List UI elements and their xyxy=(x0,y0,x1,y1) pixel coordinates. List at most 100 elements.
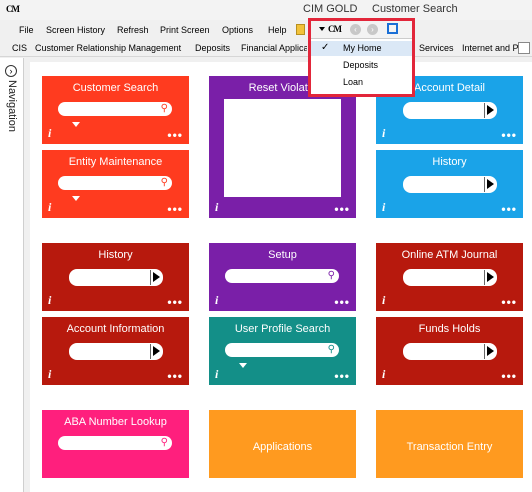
tile-title: Setup xyxy=(268,249,297,261)
chevron-down-icon[interactable] xyxy=(72,122,80,127)
back-icon[interactable]: ‹ xyxy=(350,24,361,35)
dropdown-item-deposits[interactable]: Deposits xyxy=(311,58,412,73)
play-icon[interactable] xyxy=(487,346,494,356)
tile-title: Customer Search xyxy=(72,82,159,94)
search-icon[interactable]: ⚲ xyxy=(161,177,168,188)
menu-screen-history[interactable]: Screen History xyxy=(46,25,105,35)
external-link-icon[interactable] xyxy=(387,23,398,34)
tile-history-red[interactable]: History i ••• xyxy=(42,243,189,311)
tile-applications[interactable]: Applications xyxy=(209,410,356,478)
tile-title: Transaction Entry xyxy=(406,441,493,453)
search-icon[interactable]: ⚲ xyxy=(161,103,168,114)
atm-journal-input[interactable] xyxy=(403,269,497,286)
tile-online-atm-journal[interactable]: Online ATM Journal i ••• xyxy=(376,243,523,311)
info-icon[interactable]: i xyxy=(215,367,218,382)
chevron-down-icon[interactable] xyxy=(72,196,80,201)
sidebar-toggle-icon[interactable]: › xyxy=(5,65,17,77)
tile-user-profile-search[interactable]: User Profile Search ⚲ i ••• xyxy=(209,317,356,385)
nav-cis[interactable]: CIS xyxy=(12,43,27,53)
app-logo: CM xyxy=(6,4,20,14)
menu-print-screen[interactable]: Print Screen xyxy=(160,25,210,35)
play-icon[interactable] xyxy=(487,272,494,282)
menu-file[interactable]: File xyxy=(19,25,34,35)
customer-search-input[interactable]: ⚲ xyxy=(58,102,172,116)
account-detail-input[interactable] xyxy=(403,102,497,119)
dropdown-item-my-home[interactable]: ✓ My Home xyxy=(311,41,412,56)
check-icon: ✓ xyxy=(321,42,330,53)
more-icon[interactable]: ••• xyxy=(167,202,183,216)
play-icon[interactable] xyxy=(153,272,160,282)
nav-deposits[interactable]: Deposits xyxy=(195,43,230,53)
tile-aba-number-lookup[interactable]: ABA Number Lookup ⚲ xyxy=(42,410,189,478)
tile-customer-search[interactable]: Customer Search ⚲ i ••• xyxy=(42,76,189,144)
chevron-down-icon[interactable] xyxy=(319,27,325,31)
more-icon[interactable]: ••• xyxy=(334,369,350,383)
tile-history-blue[interactable]: History i ••• xyxy=(376,150,523,218)
navigation-sidebar: › Navigation xyxy=(0,58,24,492)
title-bar: CM CIM GOLD Customer Search xyxy=(0,0,532,20)
funds-holds-input[interactable] xyxy=(403,343,497,360)
tile-funds-holds[interactable]: Funds Holds i ••• xyxy=(376,317,523,385)
dropdown-toolbar: CM ‹ › xyxy=(311,21,412,39)
nav-scroll-right-button[interactable] xyxy=(518,42,530,54)
info-icon[interactable]: i xyxy=(215,293,218,308)
aba-search-input[interactable]: ⚲ xyxy=(58,436,172,450)
more-icon[interactable]: ••• xyxy=(501,369,517,383)
folder-icon[interactable] xyxy=(296,24,305,35)
forward-icon[interactable]: › xyxy=(367,24,378,35)
info-icon[interactable]: i xyxy=(48,200,51,215)
play-icon[interactable] xyxy=(487,179,494,189)
home-logo-icon[interactable]: CM xyxy=(328,24,342,34)
dropdown-item-loan[interactable]: Loan xyxy=(311,75,412,90)
info-icon[interactable]: i xyxy=(48,293,51,308)
home-selector-dropdown: CM ‹ › ✓ My Home Deposits Loan xyxy=(308,18,415,97)
info-icon[interactable]: i xyxy=(382,367,385,382)
more-icon[interactable]: ••• xyxy=(334,202,350,216)
sidebar-label[interactable]: Navigation xyxy=(6,80,18,132)
history-account-input[interactable] xyxy=(69,269,163,286)
more-icon[interactable]: ••• xyxy=(501,128,517,142)
info-icon[interactable]: i xyxy=(48,367,51,382)
info-icon[interactable]: i xyxy=(215,200,218,215)
search-icon[interactable]: ⚲ xyxy=(161,437,168,448)
tile-title: History xyxy=(432,156,467,168)
info-icon[interactable]: i xyxy=(48,126,51,141)
tile-reset-violations[interactable]: Reset Violatio i ••• xyxy=(209,76,356,218)
nav-crm[interactable]: Customer Relationship Management xyxy=(35,43,181,53)
app-title: CIM GOLD xyxy=(303,3,358,15)
more-icon[interactable]: ••• xyxy=(167,295,183,309)
more-icon[interactable]: ••• xyxy=(167,369,183,383)
menu-refresh[interactable]: Refresh xyxy=(117,25,149,35)
tile-setup[interactable]: Setup ⚲ i ••• xyxy=(209,243,356,311)
tile-title: Funds Holds xyxy=(418,323,481,335)
more-icon[interactable]: ••• xyxy=(334,295,350,309)
info-icon[interactable]: i xyxy=(382,126,385,141)
menu-help[interactable]: Help xyxy=(268,25,287,35)
search-icon[interactable]: ⚲ xyxy=(328,270,335,281)
more-icon[interactable]: ••• xyxy=(501,295,517,309)
tile-dashboard: Customer Search ⚲ i ••• Entity Maintenan… xyxy=(30,62,532,492)
search-icon[interactable]: ⚲ xyxy=(328,344,335,355)
tile-account-information[interactable]: Account Information i ••• xyxy=(42,317,189,385)
page-title: Customer Search xyxy=(372,3,458,15)
user-profile-search-input[interactable]: ⚲ xyxy=(225,343,339,357)
tile-entity-maintenance[interactable]: Entity Maintenance ⚲ i ••• xyxy=(42,150,189,218)
setup-search-input[interactable]: ⚲ xyxy=(225,269,339,283)
nav-financial-applications[interactable]: Financial Applicati xyxy=(241,43,307,53)
entity-search-input[interactable]: ⚲ xyxy=(58,176,172,190)
play-icon[interactable] xyxy=(153,346,160,356)
history-blue-input[interactable] xyxy=(403,176,497,193)
more-icon[interactable]: ••• xyxy=(167,128,183,142)
account-information-input[interactable] xyxy=(69,343,163,360)
menu-options[interactable]: Options xyxy=(222,25,253,35)
tile-title: ABA Number Lookup xyxy=(64,416,167,428)
tile-transaction-entry[interactable]: Transaction Entry xyxy=(376,410,523,478)
info-icon[interactable]: i xyxy=(382,200,385,215)
chevron-down-icon[interactable] xyxy=(239,363,247,368)
play-icon[interactable] xyxy=(487,105,494,115)
tile-title: Online ATM Journal xyxy=(401,249,498,261)
nav-services[interactable]: Services xyxy=(419,43,454,53)
tile-title: Applications xyxy=(252,441,313,453)
more-icon[interactable]: ••• xyxy=(501,202,517,216)
info-icon[interactable]: i xyxy=(382,293,385,308)
